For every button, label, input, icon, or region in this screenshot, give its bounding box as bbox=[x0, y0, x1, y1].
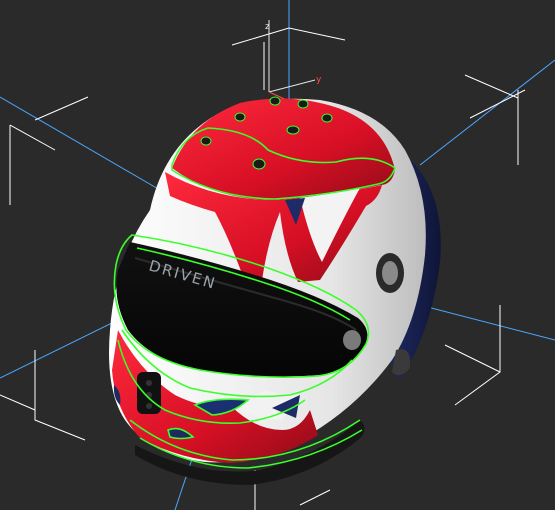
bbox-corner bbox=[464, 74, 519, 99]
top-vent bbox=[321, 113, 333, 123]
gizmo-y-axis[interactable] bbox=[268, 79, 316, 93]
visor-lock-knob bbox=[343, 330, 361, 350]
bbox-corner bbox=[469, 89, 526, 119]
top-vent bbox=[200, 136, 212, 146]
top-vent bbox=[297, 99, 309, 109]
bbox-corner bbox=[9, 124, 56, 151]
top-vent bbox=[234, 112, 246, 122]
chin-vent-hole bbox=[146, 380, 152, 386]
bbox-corner bbox=[299, 489, 331, 506]
viewport-canvas[interactable]: z y DRIVEN bbox=[0, 0, 555, 510]
bbox-corner bbox=[0, 394, 36, 411]
bbox-corner bbox=[444, 344, 501, 373]
gizmo-z-label: z bbox=[265, 22, 270, 32]
guide-line bbox=[419, 59, 555, 166]
helmet-model[interactable]: DRIVEN bbox=[109, 96, 441, 485]
top-vent bbox=[286, 125, 300, 135]
guide-line bbox=[0, 96, 161, 191]
top-vent bbox=[252, 158, 266, 170]
gizmo-y-label: y bbox=[316, 75, 322, 85]
bbox-corner bbox=[34, 96, 89, 121]
top-vent bbox=[269, 96, 281, 106]
bbox-corner bbox=[34, 350, 86, 441]
3d-viewport[interactable]: z y DRIVEN bbox=[0, 0, 555, 510]
chin-vent-hole bbox=[146, 403, 152, 409]
visor-pivot-cap bbox=[382, 261, 398, 285]
